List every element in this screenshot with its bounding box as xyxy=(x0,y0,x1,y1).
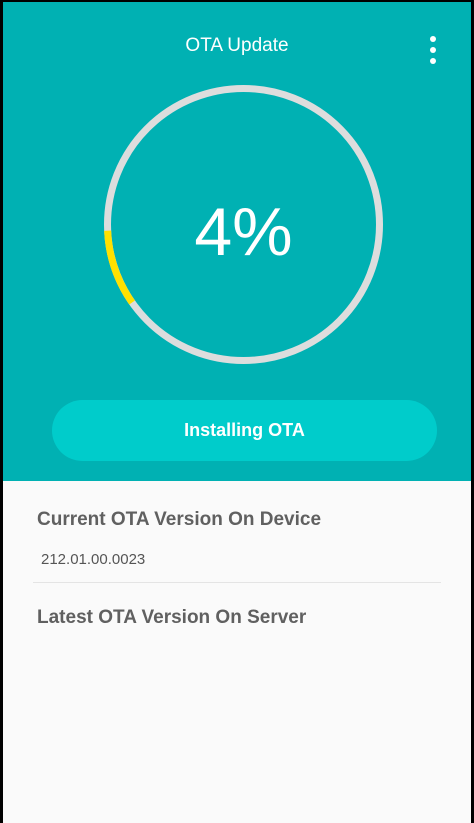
current-version-label: Current OTA Version On Device xyxy=(37,509,322,530)
more-vert-icon[interactable] xyxy=(421,32,445,68)
divider xyxy=(33,582,441,583)
installing-status-button[interactable]: Installing OTA xyxy=(52,400,437,461)
app-screen: OTA Update 4% Installing OTA Current OTA… xyxy=(3,2,471,823)
progress-percent: 4% xyxy=(194,194,293,270)
header-panel: OTA Update 4% Installing OTA xyxy=(3,2,471,481)
current-version-value: 212.01.00.0023 xyxy=(41,551,146,568)
page-title: OTA Update xyxy=(185,35,289,56)
latest-version-label: Latest OTA Version On Server xyxy=(37,607,307,628)
